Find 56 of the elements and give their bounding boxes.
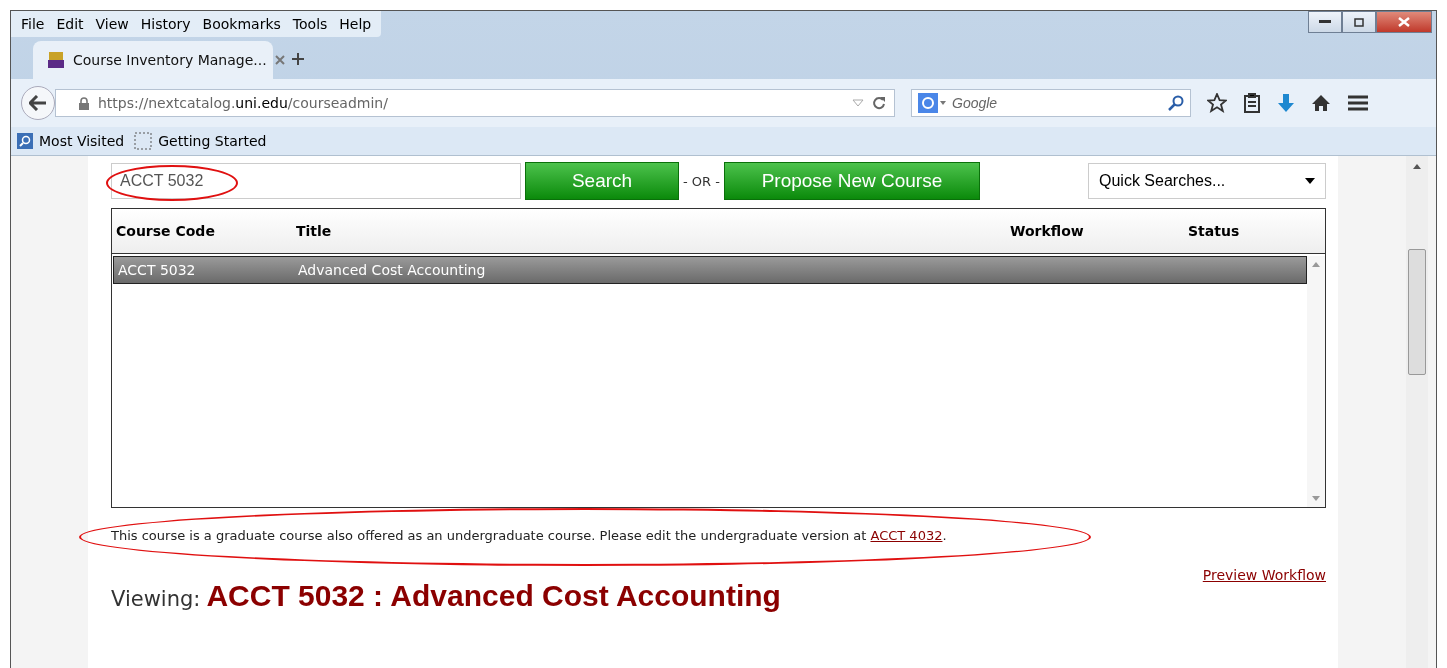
address-field[interactable]: https://nextcatalog.uni.edu/courseadmin/ xyxy=(55,89,895,117)
dashed-square-icon xyxy=(134,132,153,150)
undergraduate-course-link[interactable]: ACCT 4032 xyxy=(870,528,943,543)
column-header[interactable]: Title xyxy=(292,223,1006,239)
menu-item[interactable]: Edit xyxy=(50,16,90,32)
preview-workflow-link[interactable]: Preview Workflow xyxy=(1202,567,1326,583)
search-box[interactable]: Google xyxy=(911,89,1191,117)
minimize-button[interactable] xyxy=(1308,11,1342,33)
lock-icon xyxy=(78,96,90,110)
scrollbar-thumb[interactable] xyxy=(1408,249,1426,375)
new-tab-icon[interactable] xyxy=(291,52,305,66)
scroll-up-icon[interactable] xyxy=(1413,164,1421,169)
quick-searches-dropdown[interactable]: Quick Searches... xyxy=(1088,163,1326,199)
tab-title: Course Inventory Manage... xyxy=(73,52,267,68)
university-logo-icon xyxy=(47,51,65,69)
menu-icon[interactable] xyxy=(1347,94,1369,112)
graduate-course-note: This course is a graduate course also offered as an undergraduate course. Please edit the undergraduate version at ACCT 4032. xyxy=(111,528,948,543)
bookmark-item[interactable]: Getting Started xyxy=(134,132,267,150)
table-cell: Advanced Cost Accounting xyxy=(298,262,486,278)
clipboard-icon[interactable] xyxy=(1243,93,1261,113)
scroll-down-icon[interactable] xyxy=(1312,496,1320,501)
table-row[interactable]: ACCT 5032 Advanced Cost Accounting xyxy=(113,256,1307,284)
search-icon[interactable] xyxy=(1168,95,1184,111)
menu-item[interactable]: Help xyxy=(333,16,378,32)
menu-item[interactable]: Bookmarks xyxy=(196,16,287,32)
course-search-field[interactable]: ACCT 5032 xyxy=(111,163,521,199)
table-scrollbar[interactable] xyxy=(1307,256,1325,507)
menu-item[interactable]: History xyxy=(134,16,197,32)
table-cell: ACCT 5032 xyxy=(118,262,196,278)
bookmark-item[interactable]: Most Visited xyxy=(17,133,125,149)
caret-icon xyxy=(1305,178,1315,184)
menu-item[interactable]: View xyxy=(89,16,135,32)
course-heading: ACCT 5032 : Advanced Cost Accounting xyxy=(206,579,781,613)
menu-item[interactable]: File xyxy=(15,16,51,32)
close-button[interactable] xyxy=(1376,11,1432,33)
maximize-button[interactable] xyxy=(1342,11,1376,33)
or-label: - OR - xyxy=(683,173,720,189)
bookmark-search-icon xyxy=(17,133,33,149)
viewing-label: Viewing: xyxy=(111,587,201,611)
search-engine-icon xyxy=(918,93,946,113)
close-icon xyxy=(1398,17,1410,27)
column-header[interactable]: Workflow xyxy=(1006,223,1184,239)
maximize-icon xyxy=(1354,17,1364,27)
column-header[interactable]: Course Code xyxy=(112,223,292,239)
back-button[interactable] xyxy=(21,86,55,120)
star-icon[interactable] xyxy=(1207,93,1227,113)
column-header[interactable]: Status xyxy=(1184,223,1304,239)
reload-icon[interactable] xyxy=(872,96,886,110)
home-icon[interactable] xyxy=(1311,94,1331,112)
back-arrow-icon xyxy=(29,95,47,111)
minimize-icon xyxy=(1319,20,1331,24)
url-text: https://nextcatalog.uni.edu/courseadmin/ xyxy=(98,95,389,111)
download-icon[interactable] xyxy=(1277,93,1295,113)
menu-item[interactable]: Tools xyxy=(286,16,334,32)
page-scrollbar[interactable] xyxy=(1406,156,1428,668)
close-tab-icon[interactable] xyxy=(274,55,285,65)
